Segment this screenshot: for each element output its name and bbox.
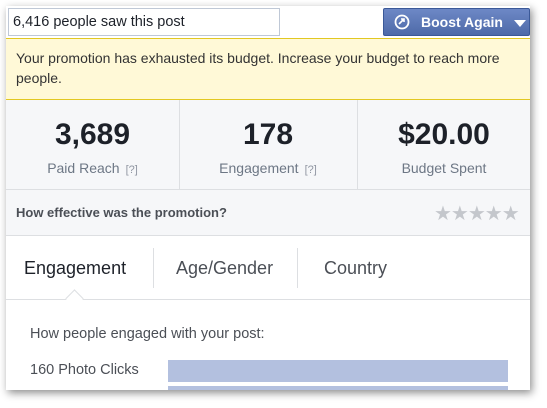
engagement-label: Engagement [?] — [219, 160, 317, 176]
tab-country[interactable]: Country — [324, 258, 387, 279]
boost-again-label: Boost Again — [421, 14, 503, 30]
engagement-value: 178 — [242, 118, 294, 151]
photo-clicks-label: 160 Photo Clicks — [30, 362, 139, 378]
people-saw-post-text[interactable]: 6,416 people saw this post — [8, 8, 280, 36]
second-engagement-bar — [168, 386, 508, 390]
stat-engagement: 178 Engagement [?] — [179, 100, 358, 189]
boost-again-button[interactable]: Boost Again — [383, 8, 530, 36]
top-bar: 6,416 people saw this post Boost Again — [6, 6, 530, 38]
star-rating[interactable]: ★★★★★ — [434, 201, 520, 226]
rocket-icon — [394, 14, 410, 30]
tab-engagement[interactable]: Engagement — [24, 258, 126, 279]
tab-bar: Engagement Age/Gender Country — [6, 236, 530, 300]
chevron-down-icon[interactable] — [514, 20, 526, 27]
tab-age-gender[interactable]: Age/Gender — [176, 258, 273, 279]
paid-reach-help-link[interactable]: [?] — [126, 164, 138, 176]
effectiveness-row: How effective was the promotion? ★★★★★ — [6, 190, 530, 236]
stat-paid-reach: 3,689 Paid Reach [?] — [6, 100, 180, 189]
engagement-help-link[interactable]: [?] — [305, 164, 317, 176]
paid-reach-label: Paid Reach [?] — [47, 160, 138, 176]
budget-exhausted-notice: Your promotion has exhausted its budget.… — [6, 38, 530, 100]
tab-divider — [153, 248, 154, 288]
tab-divider — [297, 248, 298, 288]
photo-clicks-bar — [168, 360, 508, 382]
promotion-panel: 6,416 people saw this post Boost Again Y… — [6, 6, 530, 390]
budget-spent-value: $20.00 — [398, 118, 490, 151]
budget-spent-label: Budget Spent — [401, 160, 487, 176]
paid-reach-value: 3,689 — [54, 118, 131, 151]
engagement-heading: How people engaged with your post: — [30, 326, 265, 342]
effectiveness-question: How effective was the promotion? — [16, 205, 227, 220]
second-bar-track — [168, 386, 508, 390]
photo-clicks-bar-track — [168, 360, 508, 382]
stats-row: 3,689 Paid Reach [?] 178 Engagement [?] $2… — [6, 100, 530, 190]
stat-budget-spent: $20.00 Budget Spent — [358, 100, 530, 189]
